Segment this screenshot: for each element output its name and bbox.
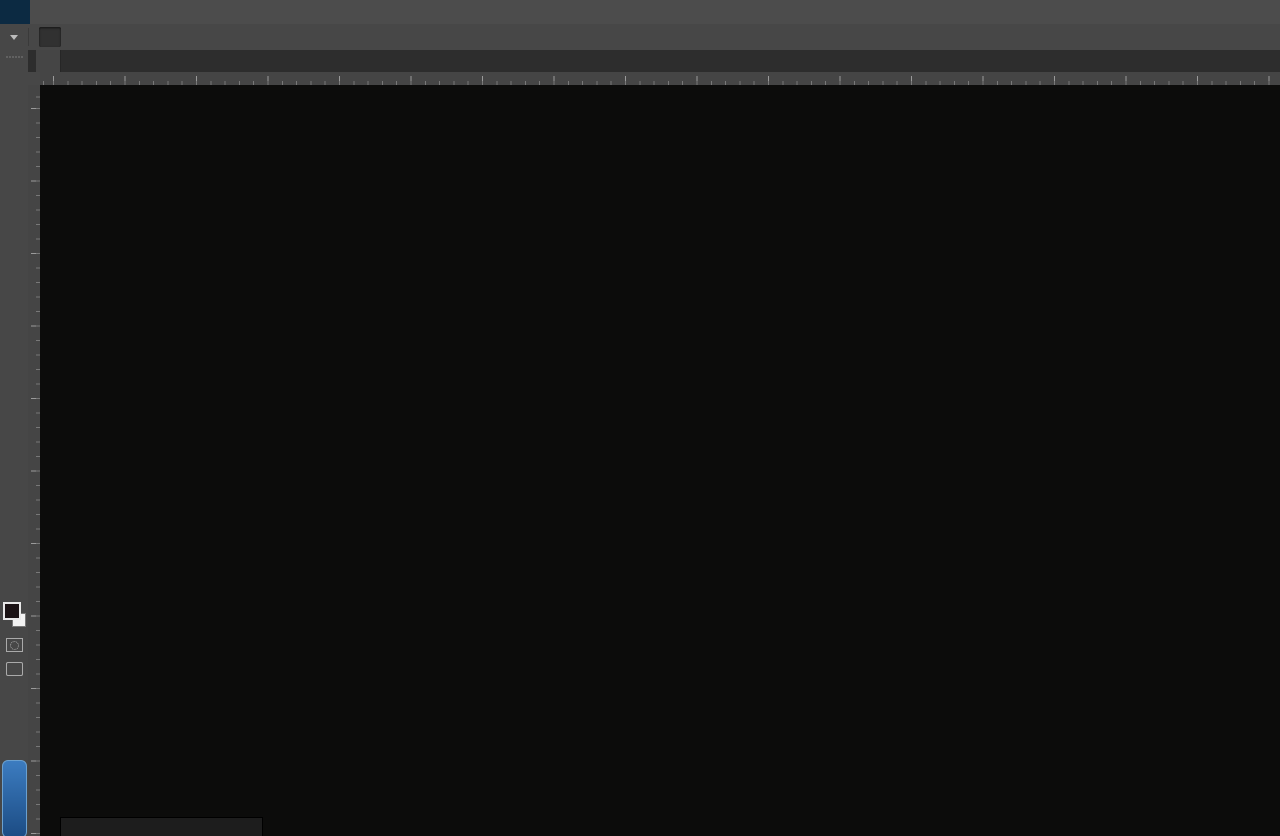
quick-mask-button[interactable]: [6, 638, 23, 652]
zoom-in-button[interactable]: [39, 27, 61, 47]
tool-palette: [0, 50, 29, 836]
zoom-out-button[interactable]: [67, 27, 89, 47]
photoshop-window: [0, 0, 1280, 836]
dock-icon: [2, 760, 27, 836]
options-bar: [0, 24, 1280, 51]
menu-bar: [0, 0, 1280, 25]
document-tab[interactable]: [36, 50, 61, 72]
overlay-toolbar[interactable]: [60, 817, 263, 836]
tool-preview: [8, 35, 18, 40]
ps-logo: [0, 0, 30, 24]
screen-mode-button[interactable]: [6, 662, 23, 676]
document-canvas[interactable]: [40, 85, 1280, 836]
foreground-color-swatch[interactable]: [3, 602, 21, 620]
color-swatches[interactable]: [3, 602, 27, 628]
chevron-down-icon[interactable]: [10, 35, 18, 40]
palette-grip[interactable]: [0, 50, 28, 61]
divider: [28, 28, 29, 46]
document-tab-bar: [28, 50, 1280, 73]
horizontal-ruler: [40, 72, 1280, 86]
